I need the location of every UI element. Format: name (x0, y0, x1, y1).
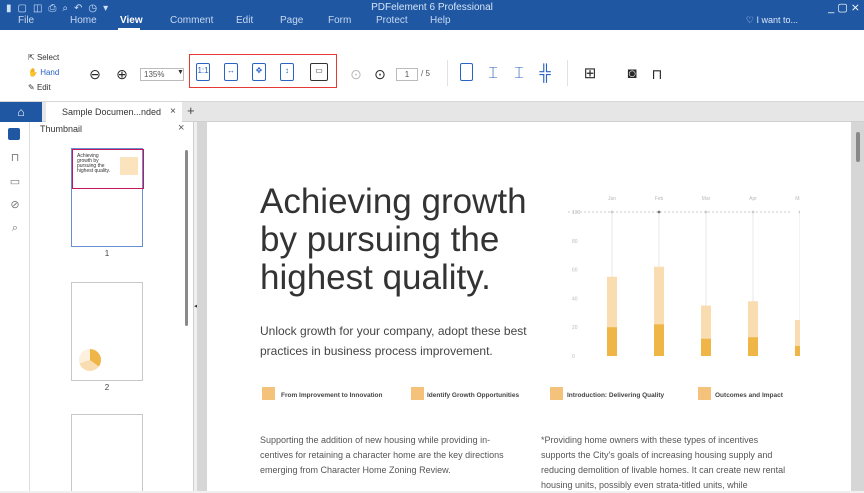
actual-size-icon[interactable]: 1:1 (196, 63, 210, 81)
edit-icon: ✎ (28, 83, 37, 92)
grid-view-icon[interactable]: ⊞ (582, 66, 598, 82)
body-text-left: Supporting the addition of new housing w… (260, 435, 504, 475)
y-tick-label: 0 (572, 354, 575, 360)
i-want-to-search[interactable]: ♡ I want to... (746, 15, 798, 26)
thumbnail-page-number: 2 (104, 383, 110, 392)
body-text-right: *Providing home owners with these types … (541, 435, 786, 490)
section-caption: Identify Growth Opportunities (427, 392, 520, 399)
page-number-input[interactable]: 1 (396, 68, 418, 81)
cursor-icon: ⇱ (28, 53, 37, 62)
caption-icon (550, 387, 563, 400)
menu-edit[interactable]: Edit (236, 15, 253, 26)
fit-visible-icon[interactable]: ↕ (280, 63, 294, 81)
x-tick-label: May (795, 196, 800, 202)
bookmark-panel-icon[interactable]: ⊓ (7, 150, 23, 166)
x-tick-label: Feb (655, 196, 664, 202)
hand-icon: ✋ (28, 68, 41, 77)
page-thumbnail-1[interactable]: Achieving growth by pursuing the highest… (71, 148, 144, 247)
bar-dark (701, 338, 711, 356)
bar-dark (795, 345, 800, 356)
page-subtitle: Unlock growth for your company, adopt th… (260, 324, 527, 358)
attachment-icon[interactable]: ⊘ (7, 197, 23, 213)
toolbar-divider (567, 60, 568, 86)
thumb-chart (120, 157, 138, 175)
full-screen-icon[interactable]: ▭ (310, 63, 328, 81)
previous-page-icon[interactable]: ⊙ (348, 66, 364, 82)
category-marker (610, 210, 614, 214)
category-marker (704, 210, 708, 214)
home-tab[interactable]: ⌂ (0, 102, 42, 122)
section-caption: Introduction: Delivering Quality (567, 392, 665, 399)
comment-panel-icon[interactable]: ▭ (7, 174, 23, 190)
lightbulb-icon: ♡ (745, 15, 757, 25)
thumbnail-panel-title: Thumbnail (40, 124, 83, 134)
menu-view[interactable]: View (120, 15, 143, 26)
page-total: / 5 (421, 69, 430, 78)
y-tick-label: 80 (572, 239, 578, 245)
category-marker (657, 210, 661, 214)
close-icon[interactable]: × (170, 102, 176, 122)
fit-page-icon[interactable]: ✥ (252, 63, 266, 81)
category-marker (798, 210, 800, 214)
caption-icon (411, 387, 424, 400)
bar-dark (748, 337, 758, 356)
select-tool[interactable]: ⇱ Select (28, 53, 59, 62)
thumbnail-page-number: 1 (104, 249, 110, 258)
home-icon: ⌂ (17, 105, 25, 119)
chevron-down-icon[interactable]: ▼ (177, 69, 184, 76)
menu-help[interactable]: Help (430, 15, 451, 26)
fit-width-icon[interactable]: ↔ (224, 63, 238, 81)
x-tick-label: Jan (608, 196, 616, 202)
window-controls[interactable]: _ ▢ ⨯ (828, 1, 860, 14)
x-tick-label: Apr (749, 196, 757, 202)
thumbnail-scrollbar[interactable] (185, 150, 188, 326)
snapshot-icon[interactable]: ◙ (624, 66, 640, 82)
y-tick-label: 40 (572, 296, 578, 302)
zoom-in-icon[interactable]: ⊕ (114, 66, 130, 82)
y-tick-label: 100 (572, 210, 581, 216)
zoom-out-icon[interactable]: ⊖ (87, 66, 103, 82)
toolbar-divider (447, 60, 448, 86)
menu-home[interactable]: Home (70, 15, 97, 26)
thumb-pie-chart (79, 349, 101, 371)
bar-chart: 0 20 40 60 80 100 Jan Feb Mar Apr May (568, 196, 800, 360)
y-tick-label: 60 (572, 268, 578, 274)
caption-icon (262, 387, 275, 400)
hand-tool[interactable]: ✋ Hand (28, 68, 59, 77)
viewer-scrollbar[interactable] (856, 132, 860, 162)
category-marker (751, 210, 755, 214)
page-thumbnail-3[interactable] (71, 414, 143, 491)
bar-dark (654, 324, 664, 356)
search-icon[interactable]: ⌕ (7, 220, 23, 236)
y-tick-label: 20 (572, 325, 578, 331)
bar-dark (607, 327, 617, 356)
two-page-icon[interactable]: ⌶ (511, 66, 527, 82)
page-thumbnail-2[interactable] (71, 282, 143, 381)
menu-page[interactable]: Page (280, 15, 303, 26)
single-page-icon[interactable] (460, 63, 473, 81)
section-caption: Outcomes and Impact (715, 392, 783, 399)
page-headline: Achieving growth by pursuing the highest… (260, 182, 527, 297)
close-icon[interactable]: × (178, 122, 184, 134)
thumb-headline: Achieving growth by pursuing the highest… (77, 153, 110, 174)
bookmark-icon[interactable]: ⊓ (649, 66, 665, 82)
menu-form[interactable]: Form (328, 15, 351, 26)
add-tab-icon[interactable]: + (187, 101, 195, 121)
x-tick-label: Mar (702, 196, 711, 202)
caption-icon (698, 387, 711, 400)
thumbnail-icon[interactable] (8, 128, 20, 140)
menu-file[interactable]: File (18, 15, 34, 26)
edit-tool[interactable]: ✎ Edit (28, 83, 51, 92)
document-tab[interactable]: Sample Documen...nded (46, 102, 182, 122)
menu-comment[interactable]: Comment (170, 15, 213, 26)
menu-protect[interactable]: Protect (376, 15, 408, 26)
app-title: PDFelement 6 Professional (371, 2, 493, 13)
continuous-page-icon[interactable]: ⌶ (485, 66, 501, 82)
next-page-icon[interactable]: ⊙ (372, 66, 388, 82)
section-caption: From Improvement to Innovation (281, 392, 383, 399)
split-view-icon[interactable]: ╬ (537, 66, 553, 82)
